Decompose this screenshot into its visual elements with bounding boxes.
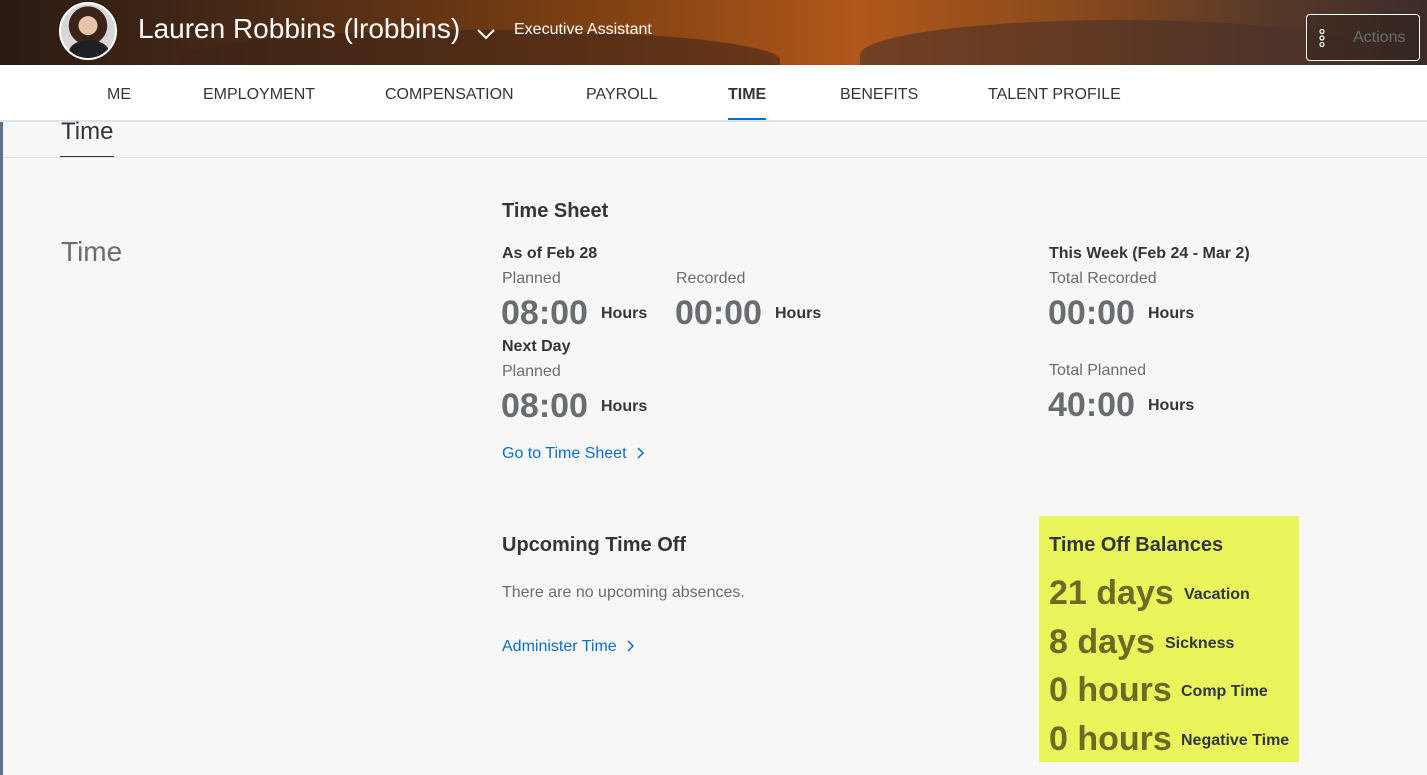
- profile-header: Lauren Robbins (lrobbins) Executive Assi…: [0, 0, 1427, 65]
- planned-label: Planned: [502, 270, 561, 287]
- chevron-right-icon: [636, 447, 644, 459]
- comp-time-balance-value: 0 hours: [1049, 671, 1172, 709]
- section-header: Time: [61, 118, 114, 145]
- time-off-balances-card: Time Off Balances 21 days Vacation 8 day…: [1039, 516, 1299, 762]
- tab-talent-profile[interactable]: TALENT PROFILE: [988, 86, 1121, 104]
- planned-value: 08:00: [501, 294, 588, 332]
- time-sheet-title: Time Sheet: [502, 200, 609, 222]
- this-week-title: This Week (Feb 24 - Mar 2): [1049, 245, 1250, 262]
- tab-benefits[interactable]: BENEFITS: [840, 86, 918, 104]
- go-to-time-sheet-label: Go to Time Sheet: [502, 445, 627, 462]
- comp-time-balance-label: Comp Time: [1181, 683, 1268, 700]
- as-of-date: As of Feb 28: [502, 245, 598, 262]
- next-day-title: Next Day: [502, 338, 571, 355]
- go-to-time-sheet-link[interactable]: Go to Time Sheet: [502, 445, 645, 463]
- tab-compensation[interactable]: COMPENSATION: [385, 86, 514, 104]
- negative-time-balance-value: 0 hours: [1049, 720, 1172, 758]
- tab-time[interactable]: TIME: [728, 86, 767, 120]
- total-planned-value: 40:00: [1048, 386, 1135, 424]
- more-vertical-icon: [1319, 29, 1325, 47]
- sickness-balance-label: Sickness: [1165, 635, 1235, 652]
- user-name[interactable]: Lauren Robbins (lrobbins): [138, 13, 460, 45]
- total-recorded-label: Total Recorded: [1049, 270, 1157, 287]
- avatar[interactable]: [59, 2, 117, 60]
- actions-button[interactable]: Actions: [1306, 14, 1420, 61]
- chevron-right-icon: [627, 640, 634, 652]
- subsection-title: Time: [61, 236, 123, 267]
- total-planned-label: Total Planned: [1049, 362, 1146, 379]
- negative-time-balance-label: Negative Time: [1181, 732, 1290, 749]
- actions-label: Actions: [1353, 29, 1406, 46]
- section-divider: [3, 157, 1427, 158]
- chevron-down-icon[interactable]: [476, 26, 496, 42]
- recorded-label: Recorded: [676, 270, 746, 287]
- recorded-unit: Hours: [775, 305, 822, 322]
- section-left-border: [0, 122, 3, 775]
- tab-employment[interactable]: EMPLOYMENT: [203, 86, 315, 104]
- tab-me[interactable]: ME: [107, 86, 131, 104]
- administer-time-link[interactable]: Administer Time: [502, 638, 635, 656]
- time-off-balances-title: Time Off Balances: [1049, 534, 1224, 556]
- next-planned-unit: Hours: [601, 398, 648, 415]
- vacation-balance-value: 21 days: [1049, 574, 1174, 612]
- administer-time-label: Administer Time: [502, 638, 617, 655]
- total-planned-unit: Hours: [1148, 397, 1195, 414]
- header-background-hill: [860, 20, 1380, 65]
- total-recorded-unit: Hours: [1148, 305, 1195, 322]
- job-title: Executive Assistant: [514, 21, 652, 38]
- next-planned-value: 08:00: [501, 387, 588, 425]
- next-planned-label: Planned: [502, 363, 561, 380]
- sickness-balance-value: 8 days: [1049, 623, 1155, 661]
- upcoming-time-off-title: Upcoming Time Off: [502, 534, 687, 556]
- tab-bar: ME EMPLOYMENT COMPENSATION PAYROLL TIME …: [0, 65, 1427, 122]
- tab-payroll[interactable]: PAYROLL: [586, 86, 657, 104]
- planned-unit: Hours: [601, 305, 648, 322]
- vacation-balance-label: Vacation: [1184, 586, 1250, 603]
- recorded-value: 00:00: [675, 294, 762, 332]
- no-absences-text: There are no upcoming absences.: [502, 584, 745, 601]
- total-recorded-value: 00:00: [1048, 294, 1135, 332]
